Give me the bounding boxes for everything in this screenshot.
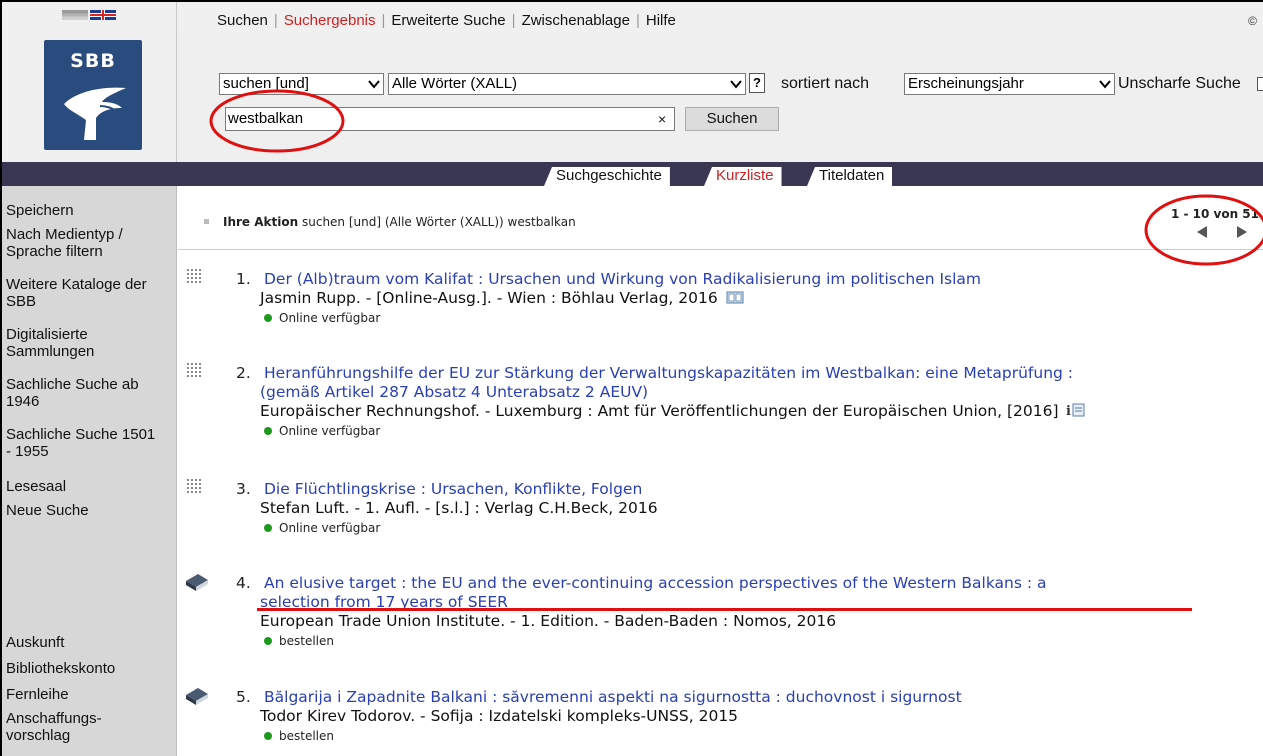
sidebar-item-sachliche-1946[interactable]: Sachliche Suche ab 1946 <box>6 376 156 410</box>
nav-separator: | <box>273 12 278 29</box>
svg-text:i: i <box>1066 404 1071 417</box>
operator-value: suchen [und] <box>223 75 309 92</box>
record-number: 3. <box>236 480 251 498</box>
fuzzy-search-checkbox[interactable] <box>1257 77 1263 91</box>
record-author: Stefan Luft. - 1. Aufl. - [s.l.] : Verla… <box>260 499 658 517</box>
sort-value: Erscheinungsjahr <box>908 75 1024 92</box>
catalog-window: SBB Suchen | Suchergebnis | Erweiterte Suche… <box>0 0 1263 756</box>
tab-kurzliste[interactable]: Kurzliste <box>704 167 782 186</box>
available-dot-icon <box>264 314 272 322</box>
results-content: Ihre Aktion suchen [und] (Alle Wörter (X… <box>178 186 1263 756</box>
availability-status: Online verfügbar <box>264 521 380 535</box>
german-flag-icon[interactable] <box>62 10 88 20</box>
order-status[interactable]: bestellen <box>264 729 334 743</box>
help-button[interactable]: ? <box>749 73 765 93</box>
sidebar-item-sachliche-1501[interactable]: Sachliche Suche 1501 - 1955 <box>6 426 156 460</box>
header-left: SBB <box>2 2 177 162</box>
action-bar: Ihre Aktion suchen [und] (Alle Wörter (X… <box>178 186 1263 250</box>
record-number: 5. <box>236 688 251 706</box>
copyright-icon: © <box>1248 14 1257 28</box>
record-title[interactable]: An elusive target : the EU and the ever-… <box>264 574 1047 593</box>
sidebar-item-digitalisierte[interactable]: Digitalisierte Sammlungen <box>6 326 156 360</box>
nav-separator: | <box>635 12 640 29</box>
clear-icon[interactable]: × <box>658 111 666 127</box>
search-form: suchen [und] Alle Wörter (XALL) ? sortie… <box>177 32 1263 162</box>
record-title[interactable]: Bălgarija i Zapadnite Balkani : săvremen… <box>264 688 962 707</box>
available-dot-icon <box>264 524 272 532</box>
online-resource-icon <box>187 479 201 493</box>
field-select[interactable]: Alle Wörter (XALL) <box>388 73 746 95</box>
record-title[interactable]: Der (Alb)traum vom Kalifat : Ursachen un… <box>264 270 981 289</box>
sidebar-item-bibliothekskonto[interactable]: Bibliothekskonto <box>6 660 115 677</box>
book-icon <box>186 688 208 705</box>
record-author: Europäischer Rechnungshof. - Luxemburg :… <box>260 402 1086 421</box>
paging-range: 1 - 10 von 51 <box>1170 207 1259 221</box>
nav-separator: | <box>511 12 516 29</box>
sidebar-item-fernleihe[interactable]: Fernleihe <box>6 686 69 703</box>
record-title-cont[interactable]: (gemäß Artikel 287 Absatz 4 Unterabsatz … <box>260 383 648 402</box>
top-navigation: Suchen | Suchergebnis | Erweiterte Suche | Zwi… <box>177 2 1263 32</box>
record-title-cont[interactable]: selection from 17 years of SEER <box>260 593 508 612</box>
book-icon <box>186 574 208 591</box>
order-status[interactable]: bestellen <box>264 634 334 648</box>
sidebar-item-speichern[interactable]: Speichern <box>6 202 74 219</box>
available-dot-icon <box>264 732 272 740</box>
availability-status: Online verfügbar <box>264 311 380 325</box>
record-author: Jasmin Rupp. - [Online-Ausg.]. - Wien : … <box>260 289 744 308</box>
chevron-down-icon <box>1099 80 1111 89</box>
online-resource-icon <box>187 363 201 377</box>
action-text: suchen [und] (Alle Wörter (XALL)) westba… <box>301 215 576 229</box>
sidebar-item-kataloge[interactable]: Weitere Kataloge der SBB <box>6 276 156 310</box>
sidebar-item-neue-suche[interactable]: Neue Suche <box>6 502 89 519</box>
available-dot-icon <box>264 427 272 435</box>
english-flag-icon[interactable] <box>90 10 116 20</box>
record-number: 1. <box>236 270 251 288</box>
operator-select[interactable]: suchen [und] <box>219 73 384 95</box>
chevron-down-icon <box>368 80 380 89</box>
availability-status: Online verfügbar <box>264 424 380 438</box>
topnav-links: Suchen | Suchergebnis | Erweiterte Suche | Zwi… <box>217 12 676 29</box>
logo-text: SBB <box>70 50 116 72</box>
ebook-icon[interactable] <box>726 291 744 304</box>
nav-zwischenablage[interactable]: Zwischenablage <box>522 12 630 29</box>
record-author: Todor Kirev Todorov. - Sofija : Izdatels… <box>260 707 739 725</box>
field-value: Alle Wörter (XALL) <box>392 75 518 92</box>
available-dot-icon <box>264 637 272 645</box>
nav-erweiterte-suche[interactable]: Erweiterte Suche <box>391 12 505 29</box>
previous-page-icon[interactable] <box>1197 226 1207 238</box>
nav-separator: | <box>381 12 386 29</box>
sidebar: Speichern Nach Medientyp / Sprache filte… <box>2 186 177 756</box>
sidebar-item-auskunft[interactable]: Auskunft <box>6 634 64 651</box>
sidebar-item-lesesaal[interactable]: Lesesaal <box>6 478 66 495</box>
bullet-icon <box>204 219 209 224</box>
record-author: European Trade Union Institute. - 1. Edi… <box>260 612 837 630</box>
action-label: Ihre Aktion <box>223 215 299 229</box>
nav-suchen[interactable]: Suchen <box>217 12 268 29</box>
action-summary: Ihre Aktion suchen [und] (Alle Wörter (X… <box>223 215 576 229</box>
nav-hilfe[interactable]: Hilfe <box>646 12 676 29</box>
info-document-icon[interactable]: i <box>1066 403 1086 419</box>
online-resource-icon <box>187 269 201 283</box>
search-button[interactable]: Suchen <box>685 107 779 131</box>
search-input[interactable]: westbalkan <box>225 107 675 131</box>
sidebar-item-anschaffung[interactable]: Anschaffungs- vorschlag <box>6 710 136 744</box>
language-switch[interactable] <box>62 10 116 20</box>
eagle-icon <box>64 87 126 140</box>
record-number: 4. <box>236 574 251 592</box>
tab-suchgeschichte[interactable]: Suchgeschichte <box>544 167 670 186</box>
record-title[interactable]: Heranführungshilfe der EU zur Stärkung d… <box>264 364 1073 383</box>
next-page-icon[interactable] <box>1237 226 1247 238</box>
sort-select[interactable]: Erscheinungsjahr <box>904 73 1115 95</box>
tab-titeldaten[interactable]: Titeldaten <box>807 167 893 186</box>
nav-suchergebnis[interactable]: Suchergebnis <box>284 12 376 29</box>
chevron-down-icon <box>730 80 742 89</box>
fuzzy-search-label: Unscharfe Suche <box>1118 75 1241 92</box>
record-title[interactable]: Die Flüchtlingskrise : Ursachen, Konflik… <box>264 480 642 499</box>
record-number: 2. <box>236 364 251 382</box>
sbb-logo[interactable]: SBB <box>44 40 142 150</box>
sidebar-item-medientyp[interactable]: Nach Medientyp / Sprache filtern <box>6 226 171 260</box>
sort-label: sortiert nach <box>781 75 870 92</box>
